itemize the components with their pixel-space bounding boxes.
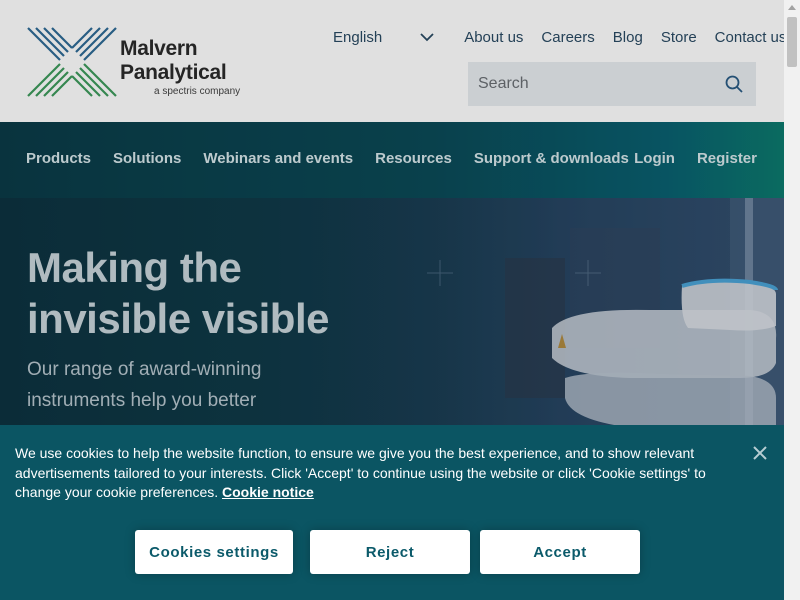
close-icon[interactable] (751, 444, 769, 462)
reject-button[interactable]: Reject (310, 530, 470, 574)
cookie-message: We use cookies to help the website funct… (15, 444, 735, 503)
scrollbar-thumb[interactable] (787, 17, 797, 67)
cookie-banner: We use cookies to help the website funct… (0, 425, 784, 600)
accept-button[interactable]: Accept (480, 530, 640, 574)
cookie-message-text: We use cookies to help the website funct… (15, 445, 706, 501)
page-scrollbar[interactable] (784, 0, 800, 600)
cookie-notice-link[interactable]: Cookie notice (222, 484, 314, 500)
cookies-settings-button[interactable]: Cookies settings (135, 530, 293, 574)
scroll-up-arrow-icon[interactable] (788, 5, 796, 10)
